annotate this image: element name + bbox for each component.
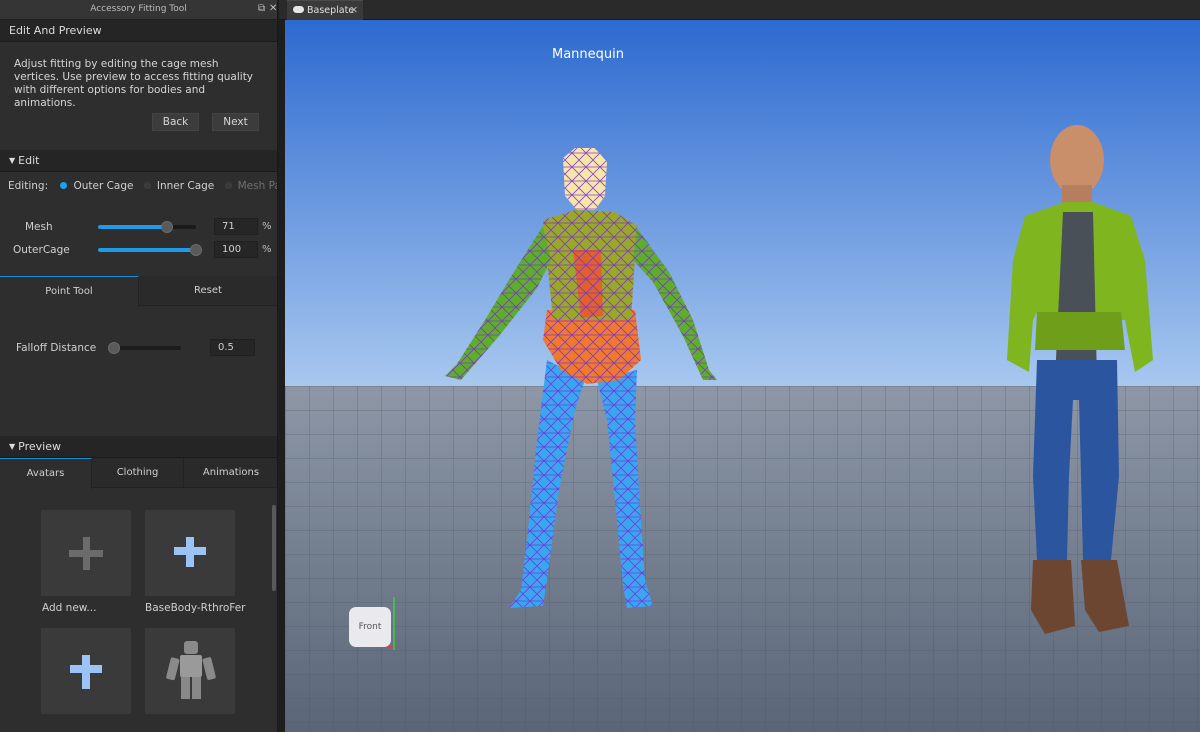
panel-title: Accessory Fitting Tool — [90, 4, 187, 14]
view-cube[interactable]: Front — [349, 607, 391, 647]
mesh-label: Mesh — [25, 221, 53, 233]
falloff-label: Falloff Distance — [16, 342, 97, 354]
tab-point-tool[interactable]: Point Tool — [0, 276, 139, 307]
scene — [285, 20, 1200, 732]
outercage-label: OuterCage — [13, 244, 70, 256]
step-description: Adjust fitting by editing the cage mesh … — [14, 58, 254, 109]
falloff-value-input[interactable]: 0.5 — [210, 339, 255, 356]
radio-outer-cage[interactable] — [60, 182, 68, 189]
editing-mode-row: Editing: Outer Cage Inner Cage Mesh Part — [8, 180, 277, 192]
mesh-value-input[interactable]: 71 — [214, 218, 258, 235]
body-icon — [186, 537, 194, 567]
cloud-icon — [293, 6, 304, 13]
avatars-scrollbar[interactable] — [272, 505, 276, 591]
mesh-part-label: Mesh Part — [237, 180, 277, 192]
tab-reset[interactable]: Reset — [139, 276, 277, 306]
tab-avatars[interactable]: Avatars — [0, 458, 92, 489]
radio-inner-cage[interactable] — [143, 182, 151, 189]
step-title: Edit And Preview — [9, 24, 102, 37]
inner-cage-label[interactable]: Inner Cage — [157, 180, 214, 192]
outercage-slider-fill — [98, 248, 196, 252]
mesh-slider-fill — [98, 225, 168, 229]
tab-clothing[interactable]: Clothing — [92, 458, 184, 488]
mannequin-label: Mannequin — [552, 47, 625, 62]
outercage-slider-handle[interactable] — [190, 244, 202, 256]
accessory-fitting-panel: Accessory Fitting Tool ⧉ ✕ Edit And Prev… — [0, 0, 278, 732]
outercage-slider-row: OuterCage 100 % — [0, 241, 277, 259]
tool-tabs: Point Tool Reset — [0, 276, 277, 307]
preview-section-header[interactable]: ▼ Preview — [0, 436, 277, 458]
collapse-triangle-icon: ▼ — [9, 442, 16, 451]
mesh-percent-label: % — [262, 221, 272, 232]
editing-label: Editing: — [8, 180, 49, 192]
avatar-tile-3[interactable] — [41, 628, 131, 714]
falloff-slider[interactable] — [108, 342, 181, 354]
preview-section-title: Preview — [18, 440, 61, 453]
plus-icon — [83, 537, 90, 570]
mesh-slider[interactable] — [98, 221, 196, 233]
preview-tabs: Avatars Clothing Animations — [0, 458, 277, 489]
3d-viewport[interactable]: Mannequin Front — [285, 20, 1200, 732]
step-header: Edit And Preview — [0, 20, 277, 42]
edit-section-header[interactable]: ▼ Edit — [0, 150, 277, 172]
avatar-tile-blocky[interactable] — [145, 628, 235, 714]
close-icon[interactable]: ✕ — [269, 3, 277, 14]
document-tabs: Baseplate ✕ — [279, 0, 1200, 20]
outer-cage-label[interactable]: Outer Cage — [73, 180, 133, 192]
blocky-avatar-icon — [166, 641, 216, 699]
body-icon — [82, 655, 90, 689]
mesh-slider-row: Mesh 71 % — [0, 218, 277, 236]
add-new-avatar-tile[interactable] — [41, 510, 131, 596]
basebody-label: BaseBody-RthroFer — [145, 602, 246, 614]
avatar-tile-basebody[interactable] — [145, 510, 235, 596]
next-button[interactable]: Next — [212, 113, 259, 131]
back-button[interactable]: Back — [152, 113, 199, 131]
outercage-percent-label: % — [262, 244, 272, 255]
radio-mesh-part — [224, 182, 232, 189]
add-new-label: Add new... — [42, 602, 97, 614]
collapse-triangle-icon: ▼ — [9, 156, 16, 165]
falloff-slider-row: Falloff Distance 0.5 — [0, 339, 277, 357]
panel-titlebar: Accessory Fitting Tool ⧉ ✕ — [0, 0, 277, 20]
outercage-value-input[interactable]: 100 — [214, 241, 258, 258]
nav-buttons: Back Next — [152, 113, 272, 131]
tab-animations[interactable]: Animations — [184, 458, 277, 488]
edit-section-title: Edit — [18, 154, 40, 167]
outercage-slider[interactable] — [98, 244, 202, 256]
tab-baseplate[interactable]: Baseplate ✕ — [287, 0, 363, 20]
dock-icon[interactable]: ⧉ — [258, 3, 265, 14]
close-tab-icon[interactable]: ✕ — [350, 1, 358, 20]
falloff-slider-handle[interactable] — [108, 342, 120, 354]
mesh-slider-handle[interactable] — [161, 221, 173, 233]
baseplate-tab-label: Baseplate — [307, 5, 355, 16]
